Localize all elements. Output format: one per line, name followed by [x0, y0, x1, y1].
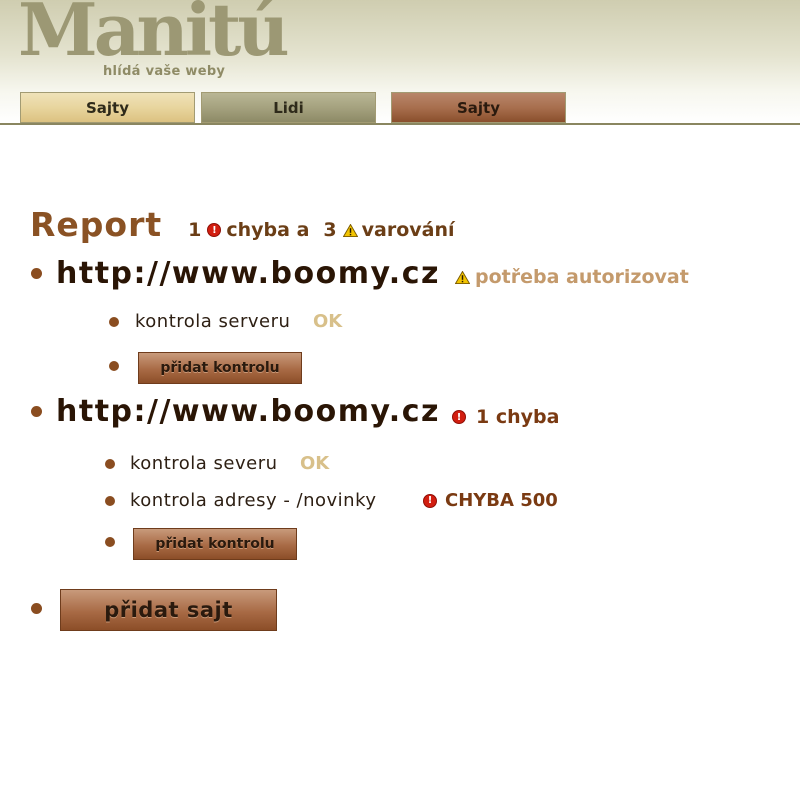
error-icon: !	[207, 223, 222, 237]
check-status-ok: OK	[313, 311, 343, 332]
site-url[interactable]: http://www.boomy.cz	[56, 256, 440, 291]
add-check-button[interactable]: přidat kontrolu	[138, 352, 302, 384]
report-heading: Report 1 ! chyba a 3 varování	[30, 205, 455, 244]
warning-count: 3	[323, 219, 337, 241]
error-icon: !	[452, 410, 466, 424]
check-bullet	[109, 361, 119, 371]
site-status: ! 1 chyba	[452, 406, 559, 428]
check-label: kontrola severu	[130, 453, 278, 474]
check-bullet	[105, 459, 115, 469]
check-bullet	[105, 496, 115, 506]
tab-sajty-active[interactable]: Sajty	[391, 92, 566, 123]
site-bullet	[31, 406, 42, 417]
warning-icon	[455, 270, 470, 284]
tab-lidi[interactable]: Lidi	[201, 92, 376, 123]
check-status-ok: OK	[300, 453, 330, 474]
warning-summary: 3 varování	[323, 219, 454, 241]
tab-sajty[interactable]: Sajty	[20, 92, 195, 123]
site-status: potřeba autorizovat	[455, 266, 689, 288]
check-bullet	[105, 537, 115, 547]
site-status-text: potřeba autorizovat	[475, 266, 689, 288]
site-bullet	[31, 268, 42, 279]
warning-icon	[342, 223, 358, 237]
header: Manitú hlídá vaše weby Sajty Lidi Sajty	[0, 0, 800, 125]
site-bullet	[31, 603, 42, 614]
error-word: chyba a	[226, 219, 310, 241]
tagline: hlídá vaše weby	[103, 64, 226, 79]
site-url[interactable]: http://www.boomy.cz	[56, 394, 440, 429]
check-status-error: ! CHYBA 500	[423, 490, 558, 511]
check-label: kontrola adresy - /novinky	[130, 490, 377, 511]
error-summary: 1 ! chyba a	[188, 219, 309, 241]
add-site-button[interactable]: přidat sajt	[60, 589, 277, 631]
warning-word: varování	[361, 219, 455, 241]
add-check-button[interactable]: přidat kontrolu	[133, 528, 297, 560]
error-count: 1	[188, 219, 202, 241]
site-status-text: 1 chyba	[476, 406, 560, 428]
check-bullet	[109, 317, 119, 327]
error-icon: !	[423, 493, 437, 508]
check-result-text: CHYBA 500	[445, 490, 558, 511]
check-label: kontrola serveru	[135, 311, 291, 332]
page-title: Report	[30, 205, 163, 244]
logo: Manitú	[18, 0, 290, 72]
